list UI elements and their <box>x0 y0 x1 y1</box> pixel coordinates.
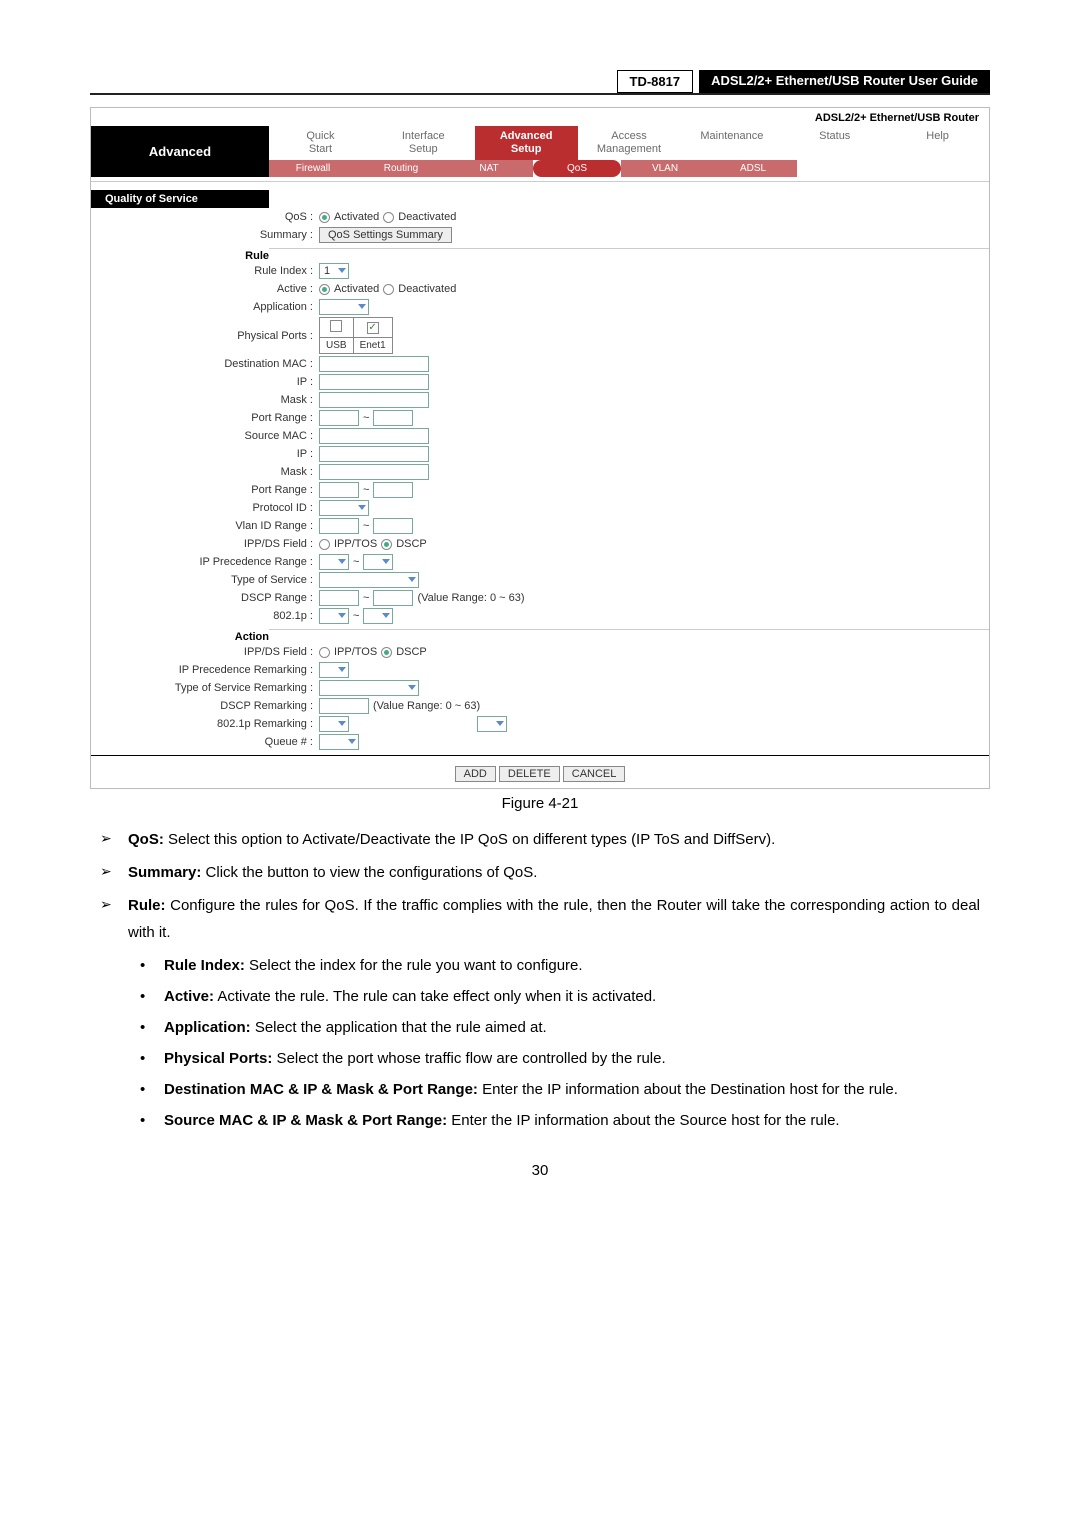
nav-advanced[interactable]: Advanced <box>91 126 269 177</box>
lbl-tosr: Type of Service Remarking : <box>91 682 319 694</box>
lbl-dscp: DSCP Range : <box>91 592 319 604</box>
nav-advanced-setup[interactable]: Advanced Setup <box>475 126 578 160</box>
dd-rule-index[interactable]: 1 <box>319 263 349 279</box>
router-screenshot: ADSL2/2+ Ethernet/USB Router Advanced Qu… <box>90 107 990 789</box>
in-dest-ip[interactable] <box>319 374 429 390</box>
lbl-src-port: Port Range : <box>91 484 319 496</box>
lbl-rule-index: Rule Index : <box>91 265 319 277</box>
dd-tos[interactable] <box>319 572 419 588</box>
tab-adsl[interactable]: ADSL <box>709 160 797 177</box>
lbl-active: Active : <box>91 283 319 295</box>
section-rule: Rule <box>91 244 269 262</box>
physical-ports-table: USBEnet1 <box>319 317 393 354</box>
lbl-summary: Summary : <box>91 229 319 241</box>
router-label: ADSL2/2+ Ethernet/USB Router <box>91 108 989 126</box>
lbl-physical-ports: Physical Ports : <box>91 330 319 342</box>
lbl-ippds2: IPP/DS Field : <box>91 646 319 658</box>
lbl-8021p: 802.1p : <box>91 610 319 622</box>
lbl-dest-mask: Mask : <box>91 394 319 406</box>
lbl-src-ip: IP : <box>91 448 319 460</box>
page-number: 30 <box>90 1162 990 1179</box>
radio-qos-activated[interactable] <box>319 212 330 223</box>
lbl-dest-mac: Destination MAC : <box>91 358 319 370</box>
radio-ipptos2[interactable] <box>319 647 330 658</box>
in-dest-port1[interactable] <box>319 410 359 426</box>
lbl-tos: Type of Service : <box>91 574 319 586</box>
tab-firewall[interactable]: Firewall <box>269 160 357 177</box>
btn-summary[interactable]: QoS Settings Summary <box>319 227 452 243</box>
radio-dscp[interactable] <box>381 539 392 550</box>
tab-vlan[interactable]: VLAN <box>621 160 709 177</box>
tab-nat[interactable]: NAT <box>445 160 533 177</box>
nav-help[interactable]: Help <box>886 126 989 160</box>
dd-ipprec1[interactable] <box>319 554 349 570</box>
btn-add[interactable]: ADD <box>455 766 496 782</box>
dd-8021pr2[interactable] <box>477 716 507 732</box>
in-src-mask[interactable] <box>319 464 429 480</box>
chk-enet1[interactable] <box>367 322 379 334</box>
in-dscp2[interactable] <box>373 590 413 606</box>
nav-access-management[interactable]: Access Management <box>578 126 681 160</box>
in-dest-port2[interactable] <box>373 410 413 426</box>
in-dest-mac[interactable] <box>319 356 429 372</box>
in-vlan2[interactable] <box>373 518 413 534</box>
in-vlan1[interactable] <box>319 518 359 534</box>
model-pill: TD-8817 <box>617 70 694 93</box>
radio-dscp2[interactable] <box>381 647 392 658</box>
lbl-src-mask: Mask : <box>91 466 319 478</box>
radio-active-on[interactable] <box>319 284 330 295</box>
in-src-port2[interactable] <box>373 482 413 498</box>
dd-ipprec2[interactable] <box>363 554 393 570</box>
tab-routing[interactable]: Routing <box>357 160 445 177</box>
btn-cancel[interactable]: CANCEL <box>563 766 626 782</box>
in-src-port1[interactable] <box>319 482 359 498</box>
tab-qos[interactable]: QoS <box>533 160 621 177</box>
dd-8021p1[interactable] <box>319 608 349 624</box>
in-dscpr[interactable] <box>319 698 369 714</box>
lbl-src-mac: Source MAC : <box>91 430 319 442</box>
nav-interface-setup[interactable]: Interface Setup <box>372 126 475 160</box>
radio-ipptos[interactable] <box>319 539 330 550</box>
lbl-vlan: Vlan ID Range : <box>91 520 319 532</box>
dd-ipprecr[interactable] <box>319 662 349 678</box>
lbl-application: Application : <box>91 301 319 313</box>
section-action: Action <box>91 625 269 643</box>
btn-delete[interactable]: DELETE <box>499 766 560 782</box>
dd-queue[interactable] <box>319 734 359 750</box>
lbl-ipprecr: IP Precedence Remarking : <box>91 664 319 676</box>
chk-usb[interactable] <box>330 320 342 332</box>
in-src-ip[interactable] <box>319 446 429 462</box>
radio-active-off[interactable] <box>383 284 394 295</box>
in-dscp1[interactable] <box>319 590 359 606</box>
in-src-mac[interactable] <box>319 428 429 444</box>
lbl-ippds: IPP/DS Field : <box>91 538 319 550</box>
dd-protocol[interactable] <box>319 500 369 516</box>
in-dest-mask[interactable] <box>319 392 429 408</box>
header: TD-8817 ADSL2/2+ Ethernet/USB Router Use… <box>90 70 990 95</box>
lbl-qos: QoS : <box>91 211 319 223</box>
lbl-dscpr: DSCP Remarking : <box>91 700 319 712</box>
lbl-queue: Queue # : <box>91 736 319 748</box>
dd-application[interactable] <box>319 299 369 315</box>
nav-status[interactable]: Status <box>783 126 886 160</box>
lbl-dest-ip: IP : <box>91 376 319 388</box>
lbl-8021pr: 802.1p Remarking : <box>91 718 319 730</box>
description-text: ➢QoS: Select this option to Activate/Dea… <box>90 826 990 1134</box>
lbl-ipprec: IP Precedence Range : <box>91 556 319 568</box>
lbl-dest-port: Port Range : <box>91 412 319 424</box>
dd-8021p2[interactable] <box>363 608 393 624</box>
dd-8021pr[interactable] <box>319 716 349 732</box>
lbl-protocol: Protocol ID : <box>91 502 319 514</box>
dd-tosr[interactable] <box>319 680 419 696</box>
figure-caption: Figure 4-21 <box>90 795 990 812</box>
nav-quick-start[interactable]: Quick Start <box>269 126 372 160</box>
section-qos: Quality of Service <box>91 190 269 208</box>
radio-qos-deactivated[interactable] <box>383 212 394 223</box>
title-pill: ADSL2/2+ Ethernet/USB Router User Guide <box>699 70 990 93</box>
nav-maintenance[interactable]: Maintenance <box>680 126 783 160</box>
